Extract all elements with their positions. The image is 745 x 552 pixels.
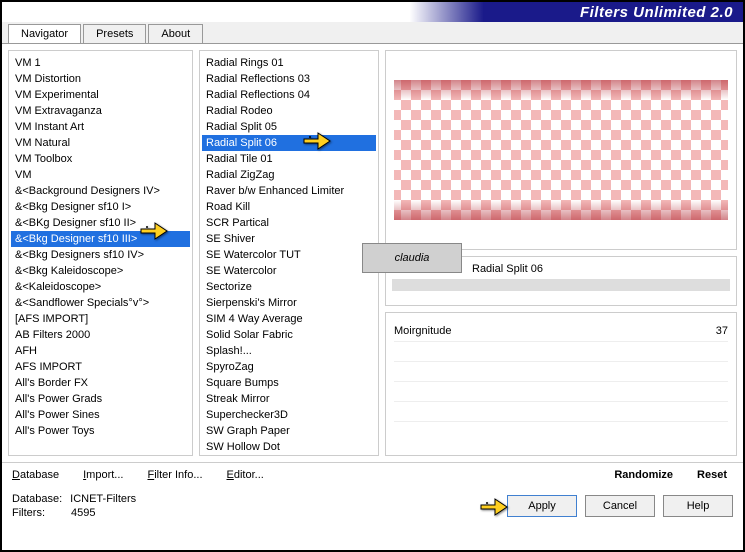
params-box: Moirgnitude 37 [385, 312, 737, 456]
list-item[interactable]: SW Hollow Dot [202, 439, 376, 455]
pointer-annotation-icon [479, 493, 509, 517]
tab-navigator[interactable]: Navigator [8, 24, 81, 43]
list-item[interactable]: &<Bkg Kaleidoscope> [11, 263, 190, 279]
param-row-empty [394, 362, 728, 382]
list-item[interactable]: VM Natural [11, 135, 190, 151]
list-item[interactable]: [AFS IMPORT] [11, 311, 190, 327]
preview-image [394, 80, 728, 220]
right-panel: claudia Radial Split 06 Moirgnitude 37 [385, 50, 737, 456]
help-button[interactable]: Help [663, 495, 733, 517]
category-list[interactable]: VM 1VM DistortionVM ExperimentalVM Extra… [9, 51, 192, 455]
db-value: ICNET-Filters [70, 493, 136, 505]
param-name: Moirgnitude [394, 325, 451, 337]
reset-button[interactable]: Reset [697, 469, 727, 481]
list-item[interactable]: &<Bkg Designer sf10 III> [11, 231, 190, 247]
list-item[interactable]: VM Instant Art [11, 119, 190, 135]
list-item[interactable]: VM Extravaganza [11, 103, 190, 119]
tab-presets[interactable]: Presets [83, 24, 146, 43]
list-item[interactable]: &<Kaleidoscope> [11, 279, 190, 295]
list-item[interactable]: All's Power Sines [11, 407, 190, 423]
filter-list-panel: Radial Rings 01Radial Reflections 03Radi… [199, 50, 379, 456]
filter-list[interactable]: Radial Rings 01Radial Reflections 03Radi… [200, 51, 378, 455]
list-item[interactable]: Superchecker3D [202, 407, 376, 423]
param-row-empty [394, 342, 728, 362]
list-item[interactable]: &<Background Designers IV> [11, 183, 190, 199]
list-item[interactable]: Sierpenski's Mirror [202, 295, 376, 311]
cancel-button[interactable]: Cancel [585, 495, 655, 517]
database-button[interactable]: Database [12, 469, 59, 481]
list-item[interactable]: Square Bumps [202, 375, 376, 391]
apply-button[interactable]: Apply [507, 495, 577, 517]
watermark-badge: claudia [362, 243, 462, 273]
list-item[interactable]: Radial Split 05 [202, 119, 376, 135]
editor-button[interactable]: Editor... [227, 469, 264, 481]
list-item[interactable]: AFH [11, 343, 190, 359]
list-item[interactable]: SCR Partical [202, 215, 376, 231]
list-item[interactable]: VM 1 [11, 55, 190, 71]
list-item[interactable]: Splash!... [202, 343, 376, 359]
progress-bar [392, 279, 730, 291]
param-row[interactable]: Moirgnitude 37 [394, 321, 728, 342]
list-item[interactable]: All's Border FX [11, 375, 190, 391]
list-item[interactable]: Sectorize [202, 279, 376, 295]
filters-label: Filters: [12, 507, 45, 519]
filter-info-button[interactable]: Filter Info... [147, 469, 202, 481]
list-item[interactable]: SpyroZag [202, 359, 376, 375]
tab-about[interactable]: About [148, 24, 203, 43]
status-left: Database: ICNET-Filters Filters: 4595 [12, 493, 136, 519]
list-item[interactable]: SW Graph Paper [202, 423, 376, 439]
list-item[interactable]: Radial ZigZag [202, 167, 376, 183]
footer-links-row: Database Import... Filter Info... Editor… [2, 462, 743, 487]
db-label: Database: [12, 493, 62, 505]
list-item[interactable]: SE Watercolor TUT [202, 247, 376, 263]
list-item[interactable]: Raver b/w Enhanced Limiter [202, 183, 376, 199]
list-item[interactable]: AFS IMPORT [11, 359, 190, 375]
filter-name-label: Radial Split 06 [472, 263, 543, 275]
list-item[interactable]: VM Toolbox [11, 151, 190, 167]
randomize-button[interactable]: Randomize [614, 469, 673, 481]
list-item[interactable]: Solid Solar Fabric [202, 327, 376, 343]
preview-box: claudia [385, 50, 737, 250]
list-item[interactable]: &<Sandflower Specials°v°> [11, 295, 190, 311]
list-item[interactable]: &<Bkg Designers sf10 IV> [11, 247, 190, 263]
list-item[interactable]: SE Watercolor [202, 263, 376, 279]
main-area: VM 1VM DistortionVM ExperimentalVM Extra… [2, 44, 743, 462]
list-item[interactable]: Radial Reflections 04 [202, 87, 376, 103]
list-item[interactable]: VM Experimental [11, 87, 190, 103]
list-item[interactable]: SIM 4 Way Average [202, 311, 376, 327]
list-item[interactable]: Radial Rodeo [202, 103, 376, 119]
list-item[interactable]: Radial Tile 01 [202, 151, 376, 167]
import-button[interactable]: Import... [83, 469, 123, 481]
list-item[interactable]: Radial Reflections 03 [202, 71, 376, 87]
buttons-right: Apply Cancel Help [507, 495, 733, 517]
filters-value: 4595 [71, 507, 95, 519]
title-bar: Filters Unlimited 2.0 [2, 2, 743, 22]
app-title: Filters Unlimited 2.0 [580, 4, 733, 21]
list-item[interactable]: All's Power Grads [11, 391, 190, 407]
list-item[interactable]: Road Kill [202, 199, 376, 215]
list-item[interactable]: Radial Rings 01 [202, 55, 376, 71]
list-item[interactable]: VM Distortion [11, 71, 190, 87]
list-item[interactable]: Radial Split 06 [202, 135, 376, 151]
list-item[interactable]: VM [11, 167, 190, 183]
list-item[interactable]: AB Filters 2000 [11, 327, 190, 343]
param-row-empty [394, 382, 728, 402]
list-item[interactable]: All's Power Toys [11, 423, 190, 439]
list-item[interactable]: &<BKg Designer sf10 II> [11, 215, 190, 231]
list-item[interactable]: &<Bkg Designer sf10 I> [11, 199, 190, 215]
tabs-container: Navigator Presets About [2, 22, 743, 44]
param-value: 37 [716, 325, 728, 337]
list-item[interactable]: Streak Mirror [202, 391, 376, 407]
list-item[interactable]: SE Shiver [202, 231, 376, 247]
category-list-panel: VM 1VM DistortionVM ExperimentalVM Extra… [8, 50, 193, 456]
param-row-empty [394, 402, 728, 422]
status-row: Database: ICNET-Filters Filters: 4595 Ap… [2, 487, 743, 525]
